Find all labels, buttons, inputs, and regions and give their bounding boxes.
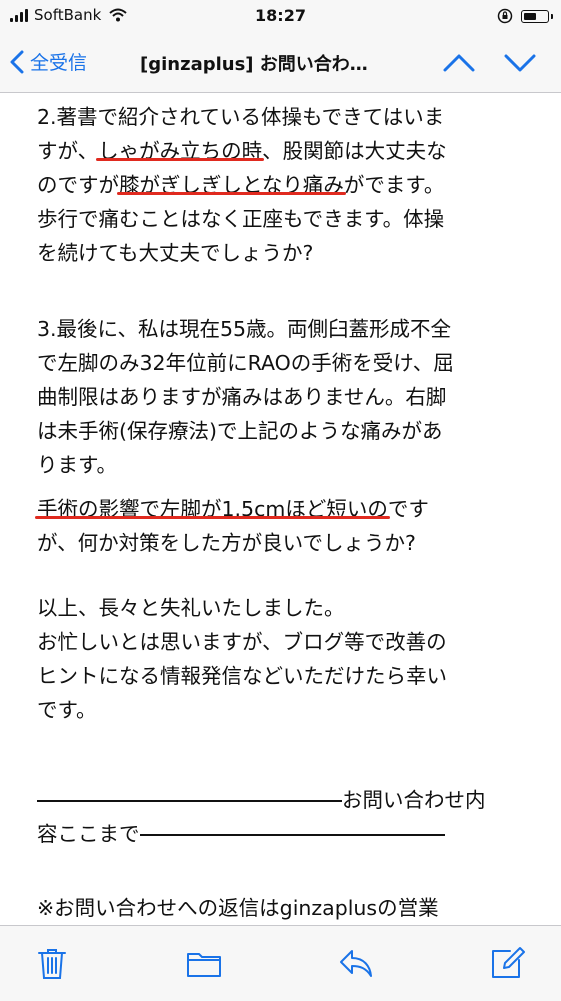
trash-button[interactable] xyxy=(34,946,70,980)
divider-line: お問い合わせ内 xyxy=(37,783,486,817)
highlighted-text: 手術の影響で左脚が1.5cmほど短いの xyxy=(37,497,388,521)
folder-icon xyxy=(187,953,221,977)
body-text: 容ここまで xyxy=(37,822,140,846)
body-line: ※お問い合わせへの返信はginzaplusの営業 xyxy=(37,896,439,920)
reply-button[interactable] xyxy=(338,946,374,980)
body-text: すが、 xyxy=(37,139,99,163)
body-line: 手術の影響で左脚が1.5cmほど短いのです xyxy=(37,492,429,526)
body-line: ります。 xyxy=(37,453,117,477)
body-line: 3.最後に、私は現在55歳。両側臼蓋形成不全 xyxy=(37,317,452,341)
divider-line: 容ここまで xyxy=(37,817,445,851)
body-line: が、何か対策をした方が良いでしょうか? xyxy=(37,531,416,555)
move-to-folder-button[interactable] xyxy=(186,946,222,980)
body-line: で左脚のみ32年位前にRAOの手術を受け、屈 xyxy=(37,351,454,375)
highlighted-text: 膝がぎしぎしとなり痛み xyxy=(119,173,344,197)
body-line: 曲制限はありますが痛みはありません。右脚 xyxy=(37,385,447,409)
body-text: のですが xyxy=(37,173,119,197)
body-line: 歩行で痛むことはなく正座もできます。体操 xyxy=(37,207,445,231)
back-button[interactable]: 全受信 xyxy=(10,48,87,75)
clock: 18:27 xyxy=(255,6,306,25)
next-message-button[interactable] xyxy=(503,48,537,78)
chevron-down-icon xyxy=(504,54,536,72)
rotation-lock-icon xyxy=(497,8,513,24)
previous-message-button[interactable] xyxy=(442,48,476,78)
body-line: を続けても大丈夫でしょうか? xyxy=(37,241,314,265)
body-text: です xyxy=(387,497,429,521)
body-line: は未手術(保存療法)で上記のような痛みがあ xyxy=(37,419,443,443)
chevron-left-icon xyxy=(10,50,24,73)
body-text: 、股関節は大丈夫な xyxy=(262,139,447,163)
horizontal-rule xyxy=(37,800,342,802)
body-line: お忙しいとは思いますが、ブログ等で改善の xyxy=(37,630,447,654)
mail-subject-title: [ginzaplus] お問い合わ… xyxy=(140,54,368,75)
chevron-up-icon xyxy=(443,54,475,72)
body-line: です。 xyxy=(37,698,97,722)
body-text: がでます。 xyxy=(343,173,445,197)
body-line: のですが膝がぎしぎしとなり痛みがでます。 xyxy=(37,168,444,202)
status-bar: SoftBank 18:27 xyxy=(0,0,561,34)
message-body: 2.著書で紹介されている体操もできてはいま すが、しゃがみ立ちの時、股関節は大丈… xyxy=(0,93,561,925)
mail-toolbar xyxy=(0,925,561,1001)
trash-icon xyxy=(38,949,66,979)
back-label: 全受信 xyxy=(30,52,88,74)
mail-nav-bar: 全受信 [ginzaplus] お問い合わ… xyxy=(0,34,561,93)
body-line: すが、しゃがみ立ちの時、股関節は大丈夫な xyxy=(37,134,447,168)
body-text: お問い合わせ内 xyxy=(342,788,486,812)
body-line: 2.著書で紹介されている体操もできてはいま xyxy=(37,105,445,129)
battery-icon xyxy=(521,9,553,23)
reply-icon xyxy=(340,950,372,977)
body-line: 以上、長々と失礼いたしました。 xyxy=(37,596,345,620)
body-line: ヒントになる情報発信などいただけたら幸い xyxy=(37,664,447,688)
compose-button[interactable] xyxy=(490,946,526,980)
compose-icon xyxy=(492,947,525,978)
highlighted-text: しゃがみ立ちの時 xyxy=(98,139,263,163)
status-right xyxy=(497,8,553,24)
horizontal-rule xyxy=(139,834,445,836)
